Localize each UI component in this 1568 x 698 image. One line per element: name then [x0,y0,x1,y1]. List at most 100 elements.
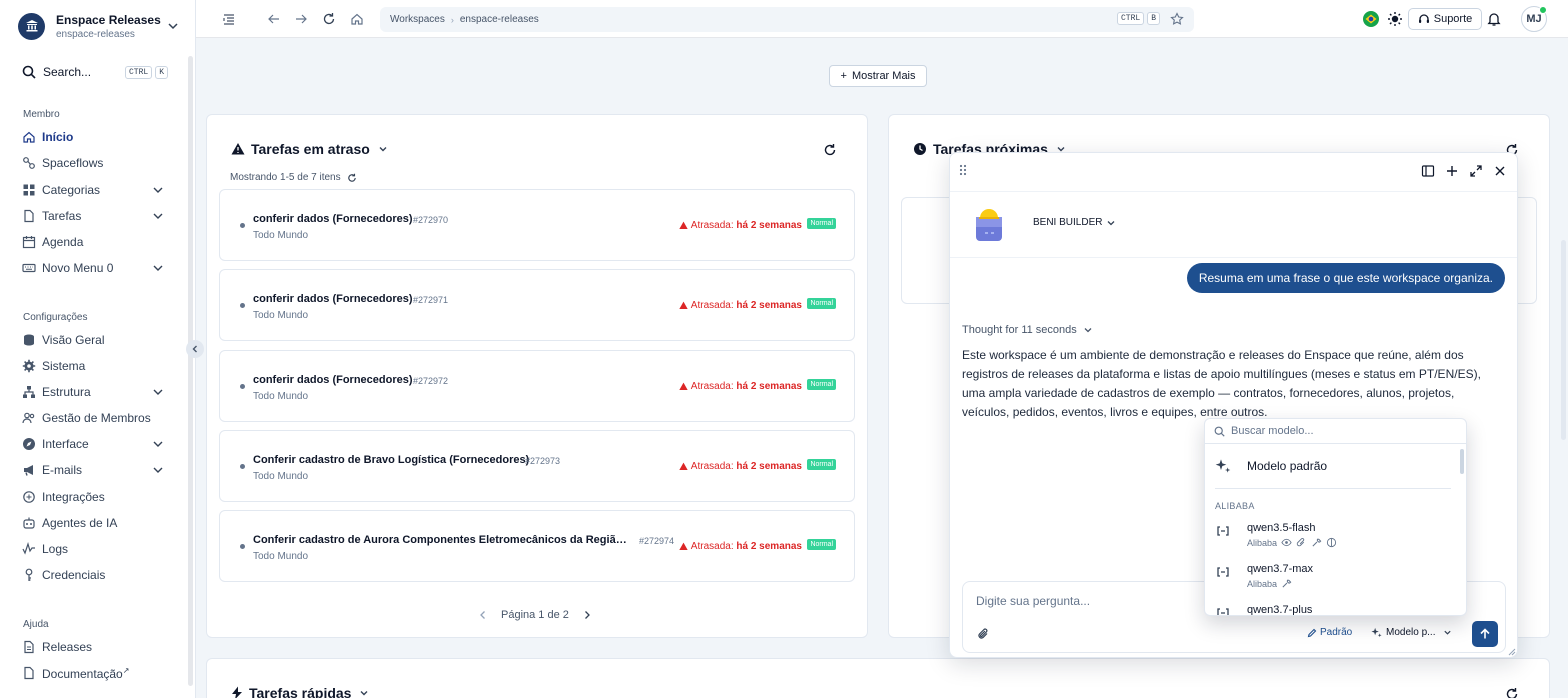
search-button[interactable]: Search... CTRL K [22,62,168,82]
model-option-default[interactable]: Modelo padrão [1215,458,1327,474]
late-prefix: Atrasada: [690,220,734,231]
resize-grip-icon[interactable] [1506,646,1516,656]
model-brackets-icon [1217,526,1229,536]
model-search-input[interactable]: Buscar modelo... [1205,419,1466,444]
sidebar-scrollbar[interactable] [188,56,193,686]
sidebar-item-label: Início [42,130,74,144]
overdue-tasks-card: Tarefas em atraso Mostrando 1-5 de 7 ite… [206,114,868,638]
chevron-down-icon [153,187,163,193]
sidebar-item-spaceflows[interactable]: Spaceflows [22,153,164,173]
arrow-up-icon [1480,628,1490,639]
sidebar-item-inicio[interactable]: Início [22,127,164,147]
model-option[interactable]: qwen3.7-plus [1215,604,1455,615]
model-selector[interactable]: Modelo p... [1371,627,1456,638]
main-scrollbar[interactable] [1561,240,1566,440]
search-icon [1214,426,1225,437]
chat-input-placeholder[interactable]: Digite sua pergunta... [976,594,1090,608]
chevron-down-icon[interactable] [378,144,388,154]
sidebar-item-agenda[interactable]: Agenda [22,232,164,252]
task-assignee: Todo Mundo [253,230,309,241]
show-more-button[interactable]: + Mostrar Mais [829,65,927,87]
menu-toggle-icon[interactable] [222,12,236,26]
task-row[interactable]: conferir dados (Fornecedores) #272971 To… [219,269,855,341]
back-arrow-icon[interactable] [267,12,281,26]
star-icon[interactable] [1170,12,1184,26]
sidebar-item-label: Categorias [42,183,101,197]
sidebar-item-tarefas[interactable]: Tarefas [22,206,164,226]
bell-icon[interactable] [1486,11,1502,27]
sidebar-item-integracoes[interactable]: Integrações [22,487,164,507]
new-chat-plus-icon[interactable] [1445,164,1459,178]
key-icon [25,568,33,581]
theme-sun-icon[interactable] [1387,11,1403,27]
late-prefix: Atrasada: [690,541,734,552]
flow-icon [23,157,35,169]
dropdown-scrollbar[interactable] [1460,449,1464,474]
sidebar-item-label: Visão Geral [42,333,105,347]
close-icon[interactable] [1493,164,1507,178]
refresh-icon[interactable] [347,173,357,183]
sidebar-item-documentacao[interactable]: Documentação↗ [22,663,164,683]
chevron-right-icon[interactable] [583,610,591,620]
sidebar-item-categorias[interactable]: Categorias [22,180,164,200]
expand-icon[interactable] [1469,164,1483,178]
bot-avatar-icon [976,209,1002,241]
sidebar-item-interface[interactable]: Interface [22,434,164,454]
model-option[interactable]: qwen3.5-flash Alibaba [1215,522,1455,548]
warning-icon [679,221,688,230]
model-option[interactable]: qwen3.7-max Alibaba [1215,563,1455,589]
support-button[interactable]: Suporte [1408,8,1482,30]
paperclip-icon[interactable] [977,627,991,641]
sidebar-item-estrutura[interactable]: Estrutura [22,382,164,402]
home-icon[interactable] [350,12,364,26]
sidebar-item-novo-menu[interactable]: Novo Menu 0 [22,258,164,278]
reload-icon[interactable] [322,12,336,26]
refresh-icon[interactable] [1505,687,1519,698]
sidebar-item-logs[interactable]: Logs [22,539,164,559]
task-row[interactable]: conferir dados (Fornecedores) #272970 To… [219,189,855,261]
task-overdue-status: Atrasada: há 2 semanas [679,461,802,472]
chevron-down-icon [153,213,163,219]
chevron-left-icon[interactable] [479,610,487,620]
sidebar-item-agentes-ia[interactable]: Agentes de IA [22,513,164,533]
task-id: #272973 [525,456,561,466]
thought-toggle[interactable]: Thought for 11 seconds [962,324,1093,336]
language-flag-icon[interactable] [1363,11,1379,27]
task-id: #272974 [639,536,675,546]
sidebar-toggle-icon[interactable] [1421,164,1435,178]
breadcrumb-workspaces[interactable]: Workspaces [390,14,445,25]
agent-selector[interactable]: BENI BUILDER [1033,217,1116,228]
sidebar: Enspace Releases enspace-releases Search… [0,0,204,698]
sidebar-item-emails[interactable]: E-mails [22,460,164,480]
sidebar-item-releases[interactable]: Releases [22,637,164,657]
drag-handle-icon[interactable] [958,163,968,177]
task-row[interactable]: Conferir cadastro de Aurora Componentes … [219,510,855,582]
bot-icon [23,517,35,529]
late-prefix: Atrasada: [690,461,734,472]
task-row[interactable]: Conferir cadastro de Bravo Logística (Fo… [219,430,855,502]
avatar-initials: MJ [1526,13,1542,25]
collapse-sidebar-button[interactable] [186,340,204,358]
late-prefix: Atrasada: [690,300,734,311]
mode-selector[interactable]: Padrão [1307,627,1352,638]
model-name: qwen3.7-max [1247,563,1314,575]
task-row[interactable]: conferir dados (Fornecedores) #272972 To… [219,350,855,422]
workspace-switcher[interactable]: Enspace Releases enspace-releases [18,12,180,40]
address-bar[interactable]: Workspaces › enspace-releases CTRL B [380,7,1194,32]
thought-label: Thought for 11 seconds [962,324,1077,336]
sidebar-item-sistema[interactable]: Sistema [22,356,164,376]
user-avatar[interactable]: MJ [1521,6,1547,32]
send-button[interactable] [1472,621,1498,647]
sidebar-item-label: E-mails [42,463,83,477]
sidebar-item-visao-geral[interactable]: Visão Geral [22,330,164,350]
priority-badge: Normal [807,459,836,470]
forward-arrow-icon[interactable] [294,12,308,26]
chevron-down-icon[interactable] [359,688,369,698]
sidebar-item-credenciais[interactable]: Credenciais [22,565,164,585]
mode-label: Padrão [1320,627,1353,638]
task-overdue-status: Atrasada: há 2 semanas [679,300,802,311]
sidebar-item-gestao-membros[interactable]: Gestão de Membros [22,408,164,428]
priority-badge: Normal [807,298,836,309]
section-title-configuracoes: Configurações [23,312,88,323]
refresh-icon[interactable] [823,143,837,157]
